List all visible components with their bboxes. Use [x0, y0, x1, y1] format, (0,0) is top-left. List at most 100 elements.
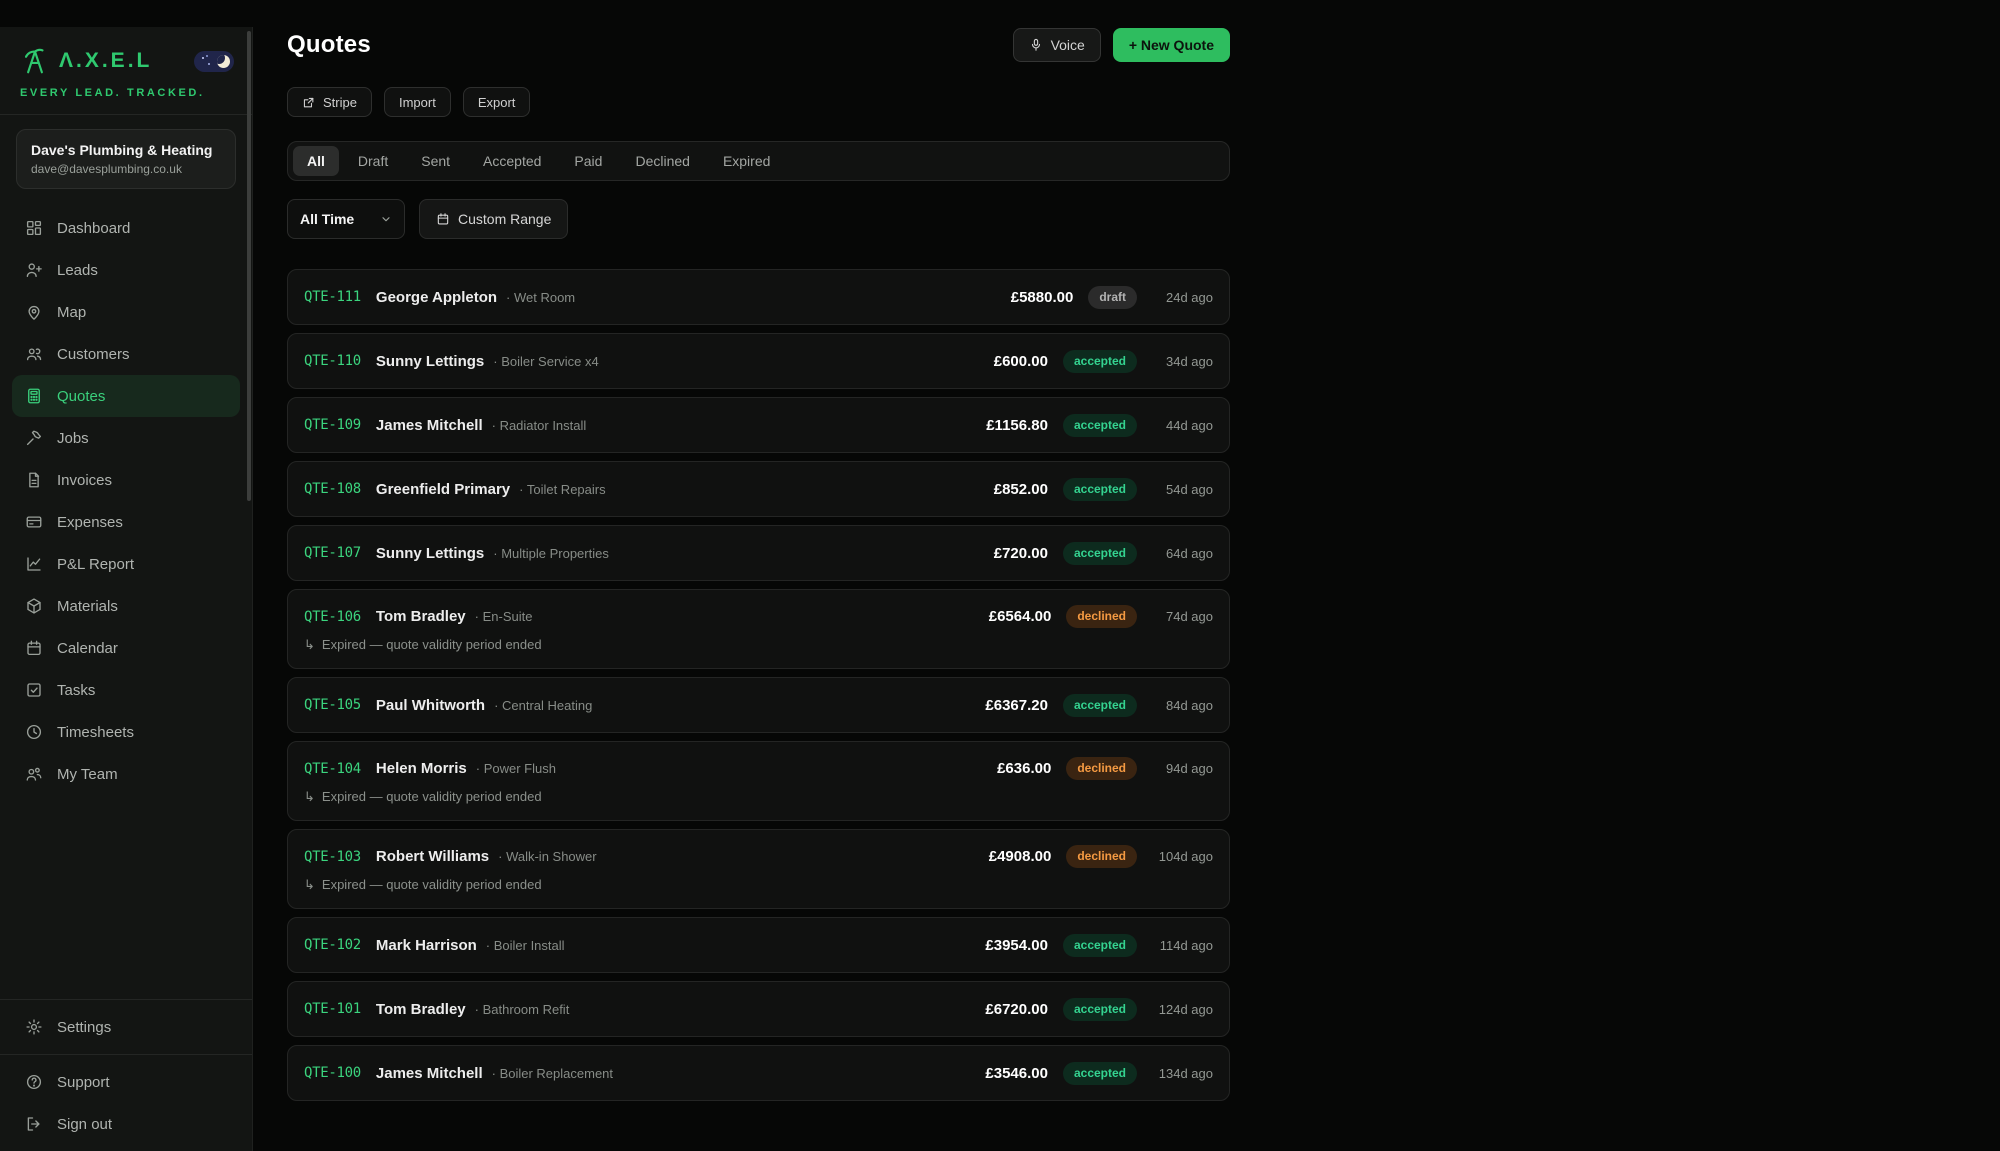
expiry-note: ↳ Expired — quote validity period ended: [304, 789, 1213, 805]
status-badge: accepted: [1063, 478, 1137, 501]
quote-row[interactable]: QTE-100 James Mitchell · Boiler Replacem…: [287, 1045, 1230, 1101]
sidebar-item-timesheets[interactable]: Timesheets: [12, 711, 240, 753]
sidebar-item-label: P&L Report: [57, 556, 134, 573]
app-logo-text: Λ.X.E.L: [59, 49, 152, 73]
quote-row[interactable]: QTE-103 Robert Williams · Walk-in Shower…: [287, 829, 1230, 909]
quote-row[interactable]: QTE-104 Helen Morris · Power Flush £636.…: [287, 741, 1230, 821]
branch-arrow-icon: ↳: [304, 637, 315, 653]
branch-arrow-icon: ↳: [304, 789, 315, 805]
quote-age: 114d ago: [1151, 938, 1213, 953]
sign-out-icon: [25, 1115, 43, 1133]
sidebar-item-tasks[interactable]: Tasks: [12, 669, 240, 711]
sidebar-scrollbar[interactable]: [247, 31, 251, 501]
gear-icon: [25, 1018, 43, 1036]
status-badge: draft: [1088, 286, 1137, 309]
quote-amount: £6720.00: [985, 1001, 1048, 1018]
sidebar-item-label: Tasks: [57, 682, 95, 699]
quote-age: 44d ago: [1151, 418, 1213, 433]
expiry-note-text: Expired — quote validity period ended: [322, 789, 542, 804]
quote-description: · Boiler Service x4: [493, 354, 598, 369]
sidebar-item-invoices[interactable]: Invoices: [12, 459, 240, 501]
quote-amount: £852.00: [994, 481, 1048, 498]
quote-amount: £1156.80: [986, 417, 1048, 434]
status-badge: accepted: [1063, 694, 1137, 717]
cube-icon: [25, 597, 43, 615]
voice-button[interactable]: Voice: [1013, 28, 1101, 62]
moon-icon: [217, 55, 230, 68]
tab-sent[interactable]: Sent: [407, 146, 464, 176]
page-header: Quotes Voice + New Quote: [287, 28, 1230, 62]
theme-toggle[interactable]: [194, 51, 234, 72]
customer-name: Sunny Lettings: [376, 545, 484, 562]
sidebar-item-map[interactable]: Map: [12, 291, 240, 333]
quote-description: · Walk-in Shower: [498, 849, 596, 864]
sidebar-item-pl-report[interactable]: P&L Report: [12, 543, 240, 585]
quote-id: QTE-106: [304, 609, 361, 625]
microphone-icon: [1029, 38, 1043, 52]
quote-row[interactable]: QTE-107 Sunny Lettings · Multiple Proper…: [287, 525, 1230, 581]
quote-id: QTE-108: [304, 481, 361, 497]
team-icon: [25, 765, 43, 783]
branch-arrow-icon: ↳: [304, 877, 315, 893]
divider: [0, 114, 252, 115]
sidebar-item-my-team[interactable]: My Team: [12, 753, 240, 795]
sidebar-item-support[interactable]: Support: [12, 1061, 240, 1103]
chart-icon: [25, 555, 43, 573]
sidebar-item-jobs[interactable]: Jobs: [12, 417, 240, 459]
custom-range-button[interactable]: Custom Range: [419, 199, 568, 239]
quote-description: · Wet Room: [506, 290, 575, 305]
account-name: Dave's Plumbing & Heating: [31, 142, 221, 158]
stripe-button[interactable]: Stripe: [287, 87, 372, 117]
sidebar-item-sign-out[interactable]: Sign out: [12, 1103, 240, 1145]
quote-amount: £3546.00: [985, 1065, 1048, 1082]
tab-all[interactable]: All: [293, 146, 339, 176]
tab-declined[interactable]: Declined: [621, 146, 703, 176]
sidebar-item-label: Support: [57, 1074, 110, 1091]
sidebar-item-dashboard[interactable]: Dashboard: [12, 207, 240, 249]
logo-block: Λ.X.E.L EVERY LEAD. TRACKED.: [0, 27, 252, 114]
quotes-toolbar: Stripe Import Export: [287, 87, 1230, 117]
quote-row[interactable]: QTE-108 Greenfield Primary · Toilet Repa…: [287, 461, 1230, 517]
help-icon: [25, 1073, 43, 1091]
quote-row[interactable]: QTE-105 Paul Whitworth · Central Heating…: [287, 677, 1230, 733]
stripe-button-label: Stripe: [323, 95, 357, 110]
export-button[interactable]: Export: [463, 87, 531, 117]
quote-amount: £5880.00: [1011, 289, 1074, 306]
quote-row[interactable]: QTE-106 Tom Bradley · En-Suite £6564.00 …: [287, 589, 1230, 669]
sidebar-item-expenses[interactable]: Expenses: [12, 501, 240, 543]
customer-name: Mark Harrison: [376, 937, 477, 954]
quote-description: · Multiple Properties: [493, 546, 609, 561]
status-badge: declined: [1066, 845, 1137, 868]
quote-row[interactable]: QTE-101 Tom Bradley · Bathroom Refit £67…: [287, 981, 1230, 1037]
custom-range-label: Custom Range: [458, 211, 551, 227]
sidebar-item-customers[interactable]: Customers: [12, 333, 240, 375]
sidebar-item-leads[interactable]: Leads: [12, 249, 240, 291]
calendar-icon: [436, 212, 450, 226]
quote-id: QTE-100: [304, 1065, 361, 1081]
sidebar-item-quotes[interactable]: Quotes: [12, 375, 240, 417]
sidebar-item-materials[interactable]: Materials: [12, 585, 240, 627]
quote-row[interactable]: QTE-109 James Mitchell · Radiator Instal…: [287, 397, 1230, 453]
status-badge: accepted: [1063, 1062, 1137, 1085]
sidebar-item-settings[interactable]: Settings: [12, 1006, 240, 1048]
time-range-select[interactable]: All Time: [287, 199, 405, 239]
credit-card-icon: [25, 513, 43, 531]
import-button[interactable]: Import: [384, 87, 451, 117]
quote-row[interactable]: QTE-111 George Appleton · Wet Room £5880…: [287, 269, 1230, 325]
sidebar-item-calendar[interactable]: Calendar: [12, 627, 240, 669]
tab-paid[interactable]: Paid: [560, 146, 616, 176]
clock-icon: [25, 723, 43, 741]
quote-row[interactable]: QTE-110 Sunny Lettings · Boiler Service …: [287, 333, 1230, 389]
tab-expired[interactable]: Expired: [709, 146, 784, 176]
calculator-icon: [25, 387, 43, 405]
expiry-note-text: Expired — quote validity period ended: [322, 637, 542, 652]
tab-accepted[interactable]: Accepted: [469, 146, 555, 176]
sidebar-item-label: Dashboard: [57, 220, 130, 237]
new-quote-button[interactable]: + New Quote: [1113, 28, 1230, 62]
tab-draft[interactable]: Draft: [344, 146, 402, 176]
customer-name: Greenfield Primary: [376, 481, 510, 498]
quote-id: QTE-110: [304, 353, 361, 369]
quote-row[interactable]: QTE-102 Mark Harrison · Boiler Install £…: [287, 917, 1230, 973]
sidebar-item-label: Leads: [57, 262, 98, 279]
customer-name: Tom Bradley: [376, 1001, 466, 1018]
